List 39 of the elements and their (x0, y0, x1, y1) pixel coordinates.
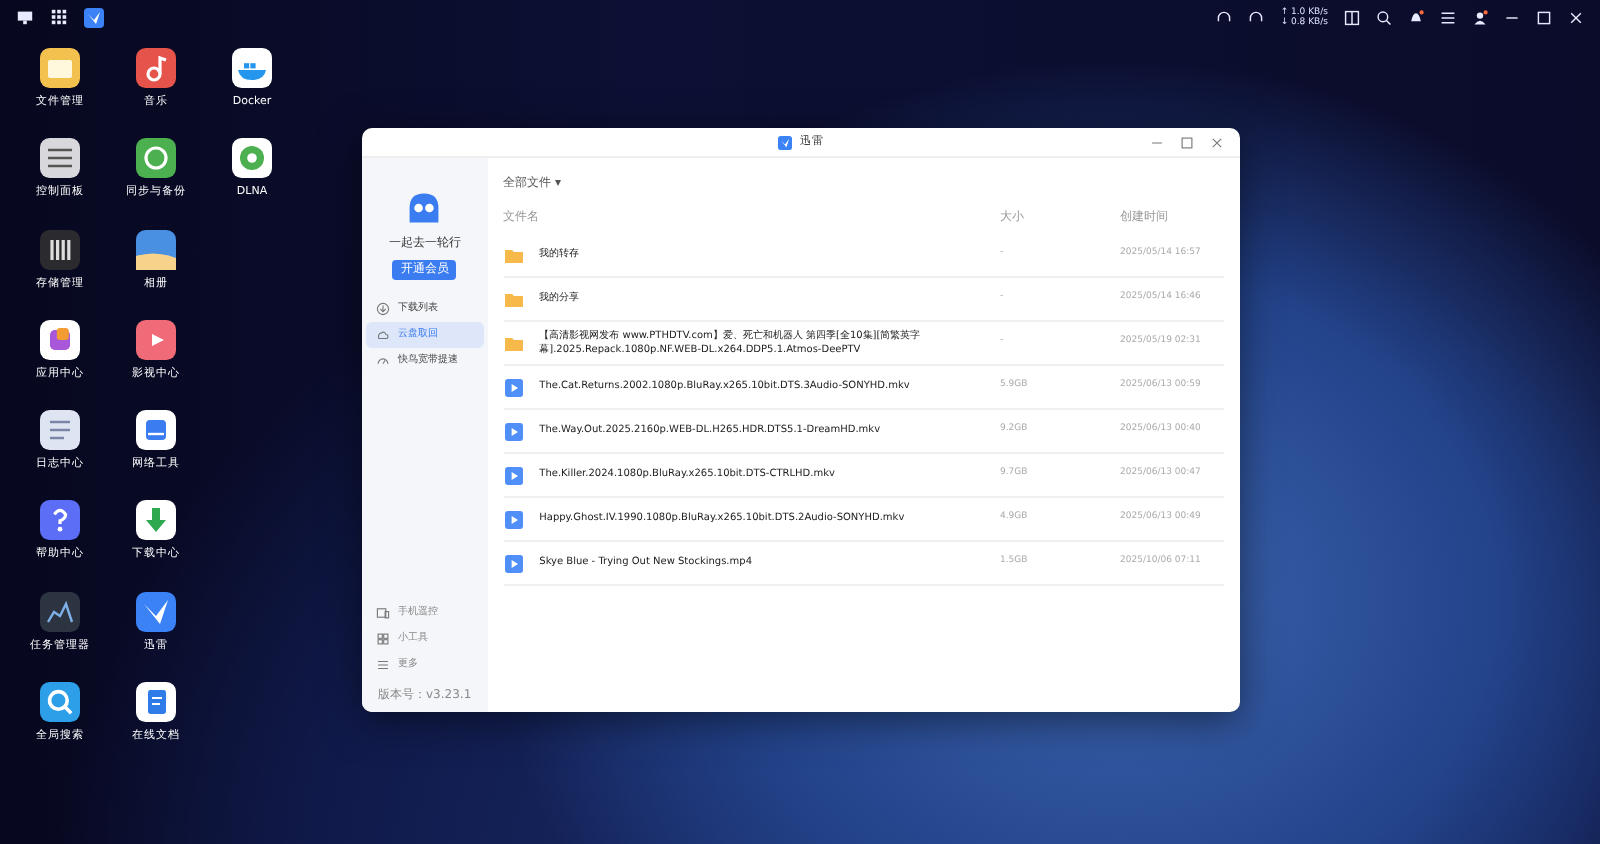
folder-icon (503, 289, 524, 309)
network-device-app-icon[interactable] (136, 410, 176, 451)
menu-icon (376, 658, 390, 672)
chart-line-app-icon[interactable] (40, 591, 80, 632)
search-app-icon[interactable] (40, 682, 80, 723)
drive-bays-app-icon[interactable] (40, 229, 80, 270)
app-tiles-app-icon[interactable] (40, 319, 80, 360)
app-grid-icon[interactable] (50, 8, 68, 26)
user-icon[interactable] (1472, 9, 1488, 25)
search-icon[interactable] (1376, 9, 1392, 25)
play-icon (503, 509, 524, 529)
speedometer-icon (376, 354, 390, 368)
music-note-app-icon[interactable] (136, 48, 176, 88)
log-app-icon[interactable] (40, 410, 80, 451)
folder-app-icon[interactable] (40, 48, 80, 88)
play-icon (503, 553, 524, 573)
monitor-icon[interactable] (16, 8, 34, 26)
landscape-app-icon[interactable] (136, 229, 176, 270)
play-app-icon[interactable] (136, 319, 176, 360)
panel-icon[interactable] (1344, 9, 1360, 25)
play-icon (503, 377, 524, 397)
down-arrow-app-icon[interactable] (136, 500, 176, 541)
sliders-app-icon[interactable] (40, 138, 80, 179)
folder-icon (503, 245, 524, 265)
bell-icon[interactable] (1408, 9, 1424, 25)
folder-icon (503, 333, 524, 353)
grid-icon (376, 632, 390, 646)
whale-app-icon[interactable] (232, 48, 272, 88)
sync-app-icon[interactable] (136, 138, 176, 179)
cloud-icon (376, 328, 390, 342)
play-icon (503, 421, 524, 441)
download-icon (376, 302, 390, 316)
question-mark-app-icon[interactable] (40, 500, 80, 541)
play-icon (503, 465, 524, 485)
phone-icon (376, 606, 390, 620)
document-app-icon[interactable] (136, 682, 176, 723)
list-icon[interactable] (1440, 9, 1456, 25)
avatar-icon (406, 190, 443, 226)
share-circle-app-icon[interactable] (232, 138, 272, 179)
